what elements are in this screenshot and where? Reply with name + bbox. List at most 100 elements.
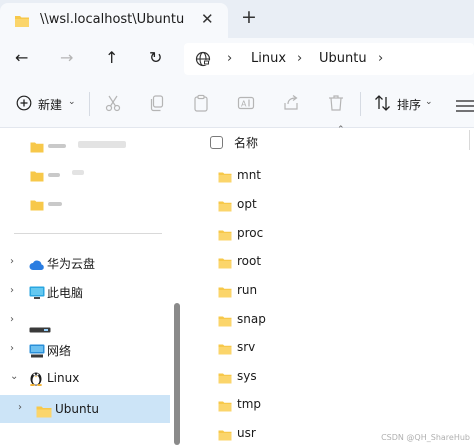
- rename-icon[interactable]: A: [237, 94, 255, 116]
- file-row[interactable]: run: [182, 277, 474, 305]
- file-name: usr: [237, 426, 256, 440]
- chevron-right-icon[interactable]: ›: [378, 51, 383, 66]
- refresh-button[interactable]: ↻: [149, 49, 162, 67]
- chevron-right-icon[interactable]: ›: [18, 402, 22, 413]
- monitor-icon: [29, 285, 45, 304]
- scrollbar-thumb[interactable]: [174, 303, 180, 445]
- file-row[interactable]: sys: [182, 363, 474, 391]
- file-name: proc: [237, 226, 264, 240]
- new-tab-button[interactable]: +: [241, 7, 257, 27]
- sidebar-item-label: 此电脑: [47, 286, 84, 300]
- tab-bar: \\wsl.localhost\Ubuntu ✕ +: [0, 0, 474, 38]
- sidebar-item-huawei-cloud[interactable]: › 华为云盘: [0, 249, 170, 277]
- sort-icon[interactable]: [374, 94, 392, 116]
- file-name: root: [237, 254, 262, 268]
- sidebar-item-label: 网络: [47, 344, 72, 358]
- delete-icon[interactable]: [327, 94, 345, 116]
- file-row[interactable]: proc: [182, 220, 474, 248]
- quick-access-item[interactable]: [0, 130, 170, 158]
- folder-icon: [218, 283, 232, 302]
- sidebar-item-label: 华为云盘: [47, 257, 96, 271]
- toolbar-divider: [89, 92, 90, 116]
- folder-icon: [218, 312, 232, 331]
- sidebar-item-network[interactable]: › 网络: [0, 336, 170, 364]
- file-row[interactable]: mnt: [182, 162, 474, 190]
- new-icon[interactable]: [16, 95, 32, 115]
- sidebar-item-linux[interactable]: ⌄ Linux: [0, 365, 170, 393]
- paste-icon[interactable]: [192, 94, 210, 116]
- folder-icon: [218, 426, 232, 445]
- address-bar[interactable]: › Linux › Ubuntu ›: [184, 43, 474, 75]
- penguin-icon: [29, 370, 43, 390]
- file-name: tmp: [237, 397, 262, 411]
- chevron-right-icon[interactable]: ›: [10, 256, 14, 267]
- folder-icon: [218, 197, 232, 216]
- toolbar-divider: [360, 92, 361, 116]
- file-list-pane: 名称 ⌃ mnt opt proc root run snap srv sys …: [182, 125, 474, 445]
- folder-icon: [218, 397, 232, 416]
- column-divider[interactable]: [469, 130, 470, 150]
- chevron-right-icon[interactable]: ›: [10, 314, 14, 325]
- chevron-right-icon[interactable]: ›: [10, 343, 14, 354]
- chevron-down-icon[interactable]: ⌄: [68, 97, 76, 107]
- forward-button[interactable]: →: [60, 49, 73, 67]
- cut-icon[interactable]: [104, 94, 122, 116]
- chevron-right-icon: ›: [227, 51, 233, 66]
- view-menu-icon[interactable]: [456, 97, 474, 116]
- drive-icon: [29, 318, 51, 337]
- folder-icon: [30, 196, 44, 215]
- share-icon[interactable]: [282, 94, 300, 116]
- pane-divider: [14, 233, 162, 234]
- folder-icon: [218, 369, 232, 388]
- chevron-right-icon[interactable]: ›: [297, 51, 302, 66]
- new-button[interactable]: 新建: [38, 96, 62, 113]
- sidebar-item-this-pc[interactable]: › 此电脑: [0, 278, 170, 306]
- tab-ubuntu[interactable]: \\wsl.localhost\Ubuntu ✕: [0, 3, 228, 38]
- breadcrumb-linux[interactable]: Linux: [251, 51, 286, 66]
- folder-icon: [218, 226, 232, 245]
- tab-title: \\wsl.localhost\Ubuntu: [40, 12, 185, 27]
- file-row[interactable]: opt: [182, 191, 474, 219]
- file-explorer-window: \\wsl.localhost\Ubuntu ✕ + ← → ↑ ↻ › Lin…: [0, 0, 474, 445]
- sidebar-item-label: Ubuntu: [55, 402, 99, 416]
- file-name: run: [237, 283, 258, 297]
- folder-icon: [36, 403, 52, 422]
- sidebar-item-drive[interactable]: ›: [0, 307, 170, 335]
- sort-up-icon: ⌃: [337, 125, 345, 135]
- navigation-pane-scrollbar[interactable]: [172, 128, 182, 445]
- breadcrumb-ubuntu[interactable]: Ubuntu: [319, 51, 367, 66]
- globe-icon: [195, 51, 211, 71]
- chevron-right-icon[interactable]: ›: [10, 285, 14, 296]
- file-row[interactable]: srv: [182, 334, 474, 362]
- watermark: CSDN @QH_ShareHub: [381, 433, 470, 442]
- file-name: mnt: [237, 168, 261, 182]
- chevron-down-icon[interactable]: ⌄: [10, 371, 18, 382]
- file-name: sys: [237, 369, 257, 383]
- network-icon: [29, 343, 45, 362]
- file-name: srv: [237, 340, 256, 354]
- file-name: snap: [237, 312, 266, 326]
- file-name: opt: [237, 197, 257, 211]
- navigation-bar: ← → ↑ ↻ › Linux › Ubuntu ›: [0, 38, 474, 80]
- cloud-icon: [29, 256, 45, 275]
- folder-icon: [14, 13, 30, 32]
- quick-access-item[interactable]: [0, 159, 170, 187]
- back-button[interactable]: ←: [15, 49, 28, 67]
- folder-icon: [218, 340, 232, 359]
- folder-icon: [218, 168, 232, 187]
- select-all-checkbox[interactable]: [210, 136, 223, 149]
- up-button[interactable]: ↑: [105, 49, 118, 67]
- navigation-pane: › 华为云盘 › 此电脑 › › 网络 ⌄ Linux › Ubuntu: [0, 128, 182, 445]
- close-tab-button[interactable]: ✕: [201, 10, 214, 28]
- column-header-name[interactable]: 名称: [234, 134, 258, 151]
- sidebar-item-label: Linux: [47, 371, 80, 385]
- copy-icon[interactable]: [148, 94, 166, 116]
- file-row[interactable]: snap: [182, 306, 474, 334]
- file-row[interactable]: tmp: [182, 391, 474, 419]
- quick-access-item[interactable]: [0, 188, 170, 216]
- folder-icon: [218, 254, 232, 273]
- chevron-down-icon[interactable]: ⌄: [425, 97, 433, 107]
- sidebar-item-ubuntu[interactable]: › Ubuntu: [0, 395, 170, 423]
- sort-button[interactable]: 排序: [397, 96, 421, 113]
- file-row[interactable]: root: [182, 248, 474, 276]
